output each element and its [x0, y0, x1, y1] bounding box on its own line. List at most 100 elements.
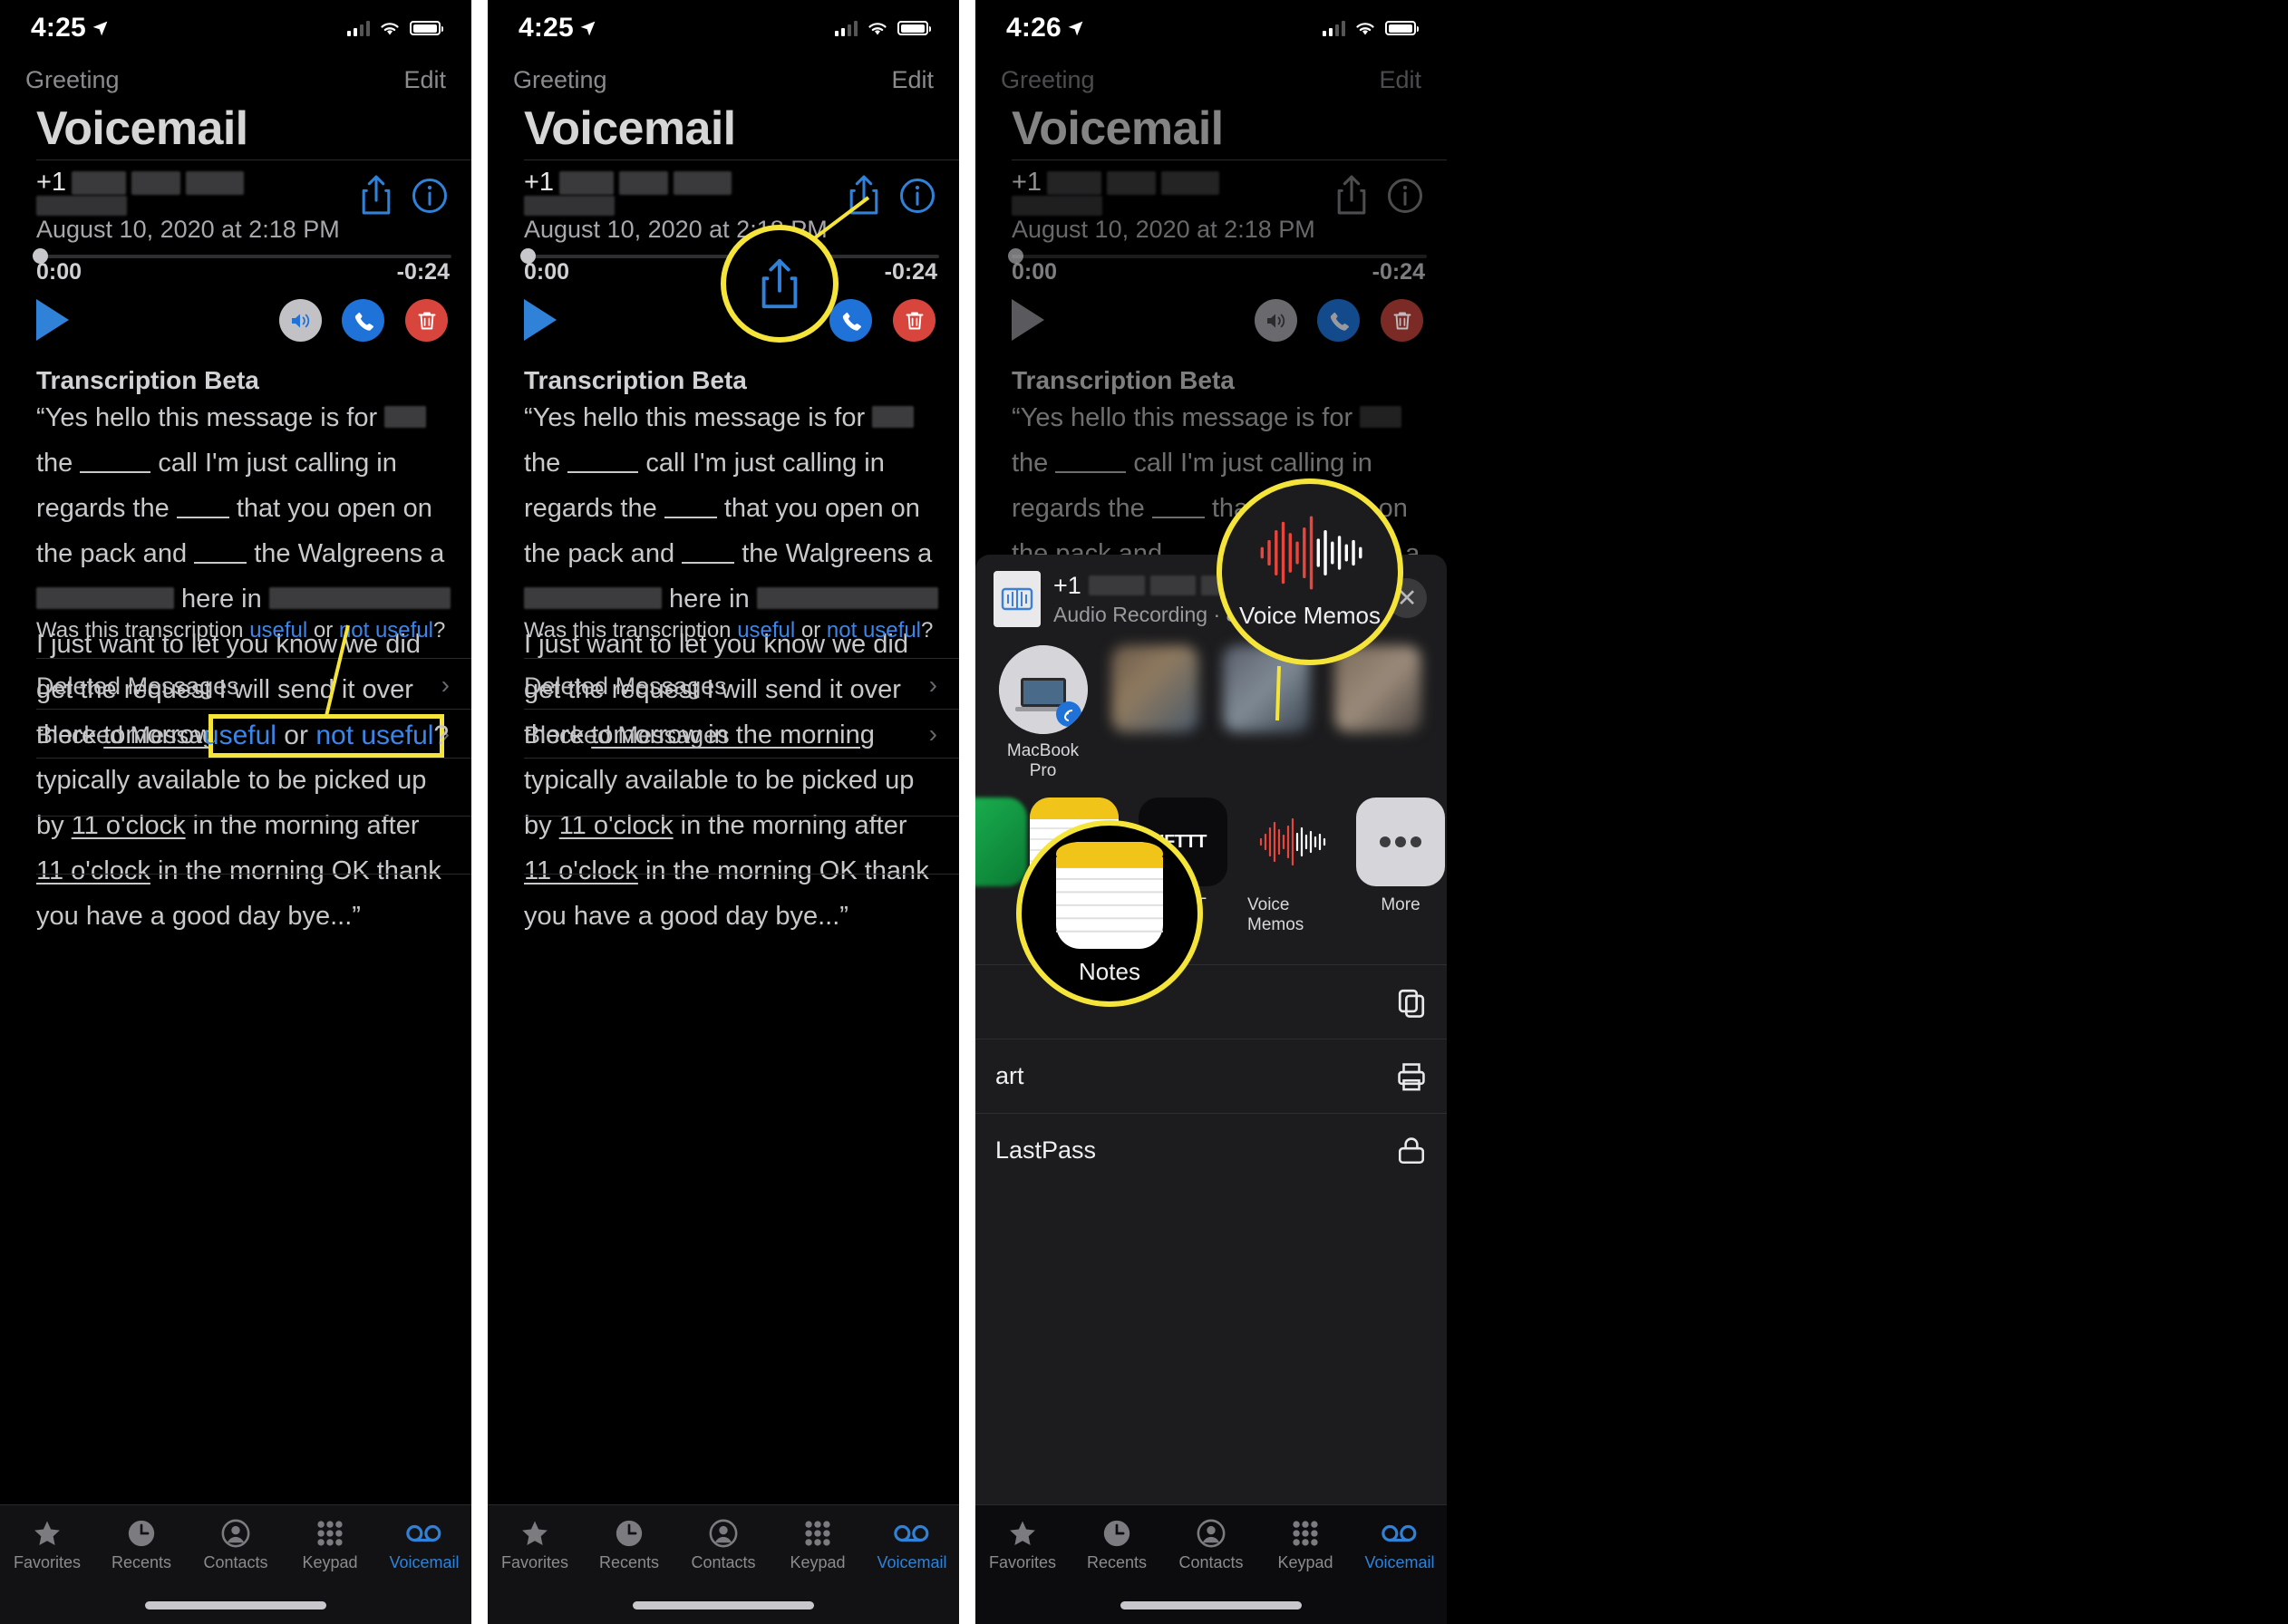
- tab-label: Favorites: [988, 1553, 1057, 1571]
- voice-memos-waveform-magnified: [1260, 516, 1362, 589]
- share-action-lastpass[interactable]: LastPass: [975, 1113, 1447, 1187]
- feedback-useful-link[interactable]: useful: [249, 618, 307, 643]
- airdrop-item-blurred[interactable]: [1218, 645, 1314, 781]
- app-item-voice-memos[interactable]: Voice Memos: [1247, 798, 1336, 935]
- tab-recents[interactable]: Recents: [1070, 1518, 1164, 1572]
- tab-recents[interactable]: Recents: [582, 1518, 676, 1572]
- airdrop-item-blurred[interactable]: [1330, 645, 1425, 781]
- home-indicator[interactable]: [145, 1601, 326, 1610]
- copy-icon: [1398, 989, 1425, 1018]
- home-indicator[interactable]: [633, 1601, 814, 1610]
- airdrop-item-blurred[interactable]: [1107, 645, 1202, 781]
- redacted-block: [131, 170, 181, 195]
- message-timestamp: August 10, 2020 at 2:18 PM: [1012, 216, 1315, 243]
- airdrop-item-macbook[interactable]: MacBook Pro: [995, 645, 1091, 781]
- nav-edit-button[interactable]: Edit: [1379, 66, 1421, 94]
- tab-keypad[interactable]: Keypad: [771, 1518, 865, 1572]
- share-icon[interactable]: [847, 174, 881, 216]
- tab-favorites[interactable]: Favorites: [488, 1518, 582, 1572]
- macbook-glyph: [998, 645, 1088, 734]
- redacted-block: [186, 170, 245, 195]
- tab-keypad[interactable]: Keypad: [283, 1518, 377, 1572]
- nav-bar: Greeting Edit: [975, 56, 1447, 103]
- tab-contacts[interactable]: Contacts: [189, 1518, 283, 1572]
- feedback-suffix: ?: [433, 618, 446, 643]
- caller-number: +1: [36, 168, 245, 198]
- app-item-blurred[interactable]: [975, 798, 1027, 886]
- info-icon[interactable]: [412, 178, 448, 214]
- tab-keypad[interactable]: Keypad: [1258, 1518, 1352, 1572]
- feedback-suffix: ?: [921, 618, 934, 643]
- tab-contacts[interactable]: Contacts: [1164, 1518, 1258, 1572]
- feedback-useful-link[interactable]: useful: [737, 618, 795, 643]
- redacted-block: [619, 170, 669, 195]
- info-icon[interactable]: [1387, 178, 1423, 214]
- screenshot-root: 4:25 Greeting Edit Voicemail +1 August 1…: [0, 0, 2288, 1624]
- clock-icon: [128, 1520, 155, 1547]
- info-icon[interactable]: [899, 178, 936, 214]
- speaker-icon: [291, 314, 309, 327]
- feedback-not-useful-link[interactable]: not useful: [827, 618, 921, 643]
- delete-button[interactable]: [405, 299, 448, 342]
- playback-scrubber[interactable]: [1012, 255, 1427, 258]
- call-back-button[interactable]: [829, 299, 872, 342]
- speaker-button[interactable]: [279, 299, 322, 342]
- play-button[interactable]: [36, 299, 69, 341]
- playback-scrubber[interactable]: [36, 255, 451, 258]
- nav-greeting-button[interactable]: Greeting: [1001, 66, 1095, 94]
- person-circle-icon: [1197, 1519, 1226, 1548]
- lastpass-icon: [1398, 1136, 1425, 1164]
- app-item-more[interactable]: More: [1356, 798, 1445, 915]
- tab-recents[interactable]: Recents: [94, 1518, 189, 1572]
- feedback-not-useful-link[interactable]: not useful: [339, 618, 433, 643]
- caller-prefix: +1: [524, 168, 555, 197]
- tab-label: Favorites: [500, 1553, 569, 1571]
- macbook-icon: [998, 645, 1088, 734]
- nav-greeting-button[interactable]: Greeting: [513, 66, 607, 94]
- tab-voicemail[interactable]: Voicemail: [1352, 1518, 1447, 1572]
- nav-bar: Greeting Edit: [488, 56, 959, 103]
- caller-number: +1: [1012, 168, 1220, 198]
- share-icon-callout: [721, 225, 839, 343]
- call-back-button[interactable]: [342, 299, 384, 342]
- tab-voicemail[interactable]: Voicemail: [377, 1518, 471, 1572]
- nav-edit-button[interactable]: Edit: [403, 66, 446, 94]
- tab-contacts[interactable]: Contacts: [676, 1518, 771, 1572]
- delete-button[interactable]: [1381, 299, 1423, 342]
- redacted-block: [524, 196, 615, 216]
- keypad-icon: [317, 1521, 343, 1546]
- chevron-right-icon: ›: [441, 671, 450, 699]
- speaker-button[interactable]: [1255, 299, 1297, 342]
- share-action-print[interactable]: art: [975, 1039, 1447, 1113]
- tab-favorites[interactable]: Favorites: [975, 1518, 1070, 1572]
- tab-favorites[interactable]: Favorites: [0, 1518, 94, 1572]
- transcription-text: “Yes hello this message is for the call …: [524, 395, 941, 939]
- nav-edit-button[interactable]: Edit: [891, 66, 934, 94]
- call-back-button[interactable]: [1317, 299, 1360, 342]
- home-indicator[interactable]: [1120, 1601, 1302, 1610]
- deleted-messages-row[interactable]: Deleted Messages: [524, 672, 727, 701]
- tab-label: Keypad: [1277, 1553, 1333, 1571]
- play-button[interactable]: [524, 299, 557, 341]
- more-icon: [1356, 798, 1445, 886]
- notes-callout-label: Notes: [1079, 957, 1140, 985]
- share-icon[interactable]: [1334, 174, 1369, 216]
- play-button[interactable]: [1012, 299, 1044, 341]
- location-arrow-icon: [92, 21, 108, 35]
- voicemail-icon: [406, 1524, 441, 1542]
- blocked-messages-row[interactable]: Blocked Messages: [524, 721, 730, 749]
- nav-greeting-button[interactable]: Greeting: [25, 66, 120, 94]
- chevron-right-icon: ›: [928, 671, 937, 699]
- deleted-messages-row[interactable]: Deleted Messages: [36, 672, 239, 701]
- feedback-prefix: Was this transcription: [524, 618, 738, 643]
- voicemail-icon: [894, 1524, 929, 1542]
- share-icon[interactable]: [359, 174, 393, 216]
- feedback-prefix: Was this transcription: [36, 618, 250, 643]
- delete-button[interactable]: [893, 299, 936, 342]
- voice-memos-icon: [1247, 798, 1336, 886]
- tab-label: Voicemail: [877, 1553, 947, 1571]
- tab-bar: Favorites Recents Contacts Keypad Voicem…: [488, 1504, 959, 1624]
- tab-voicemail[interactable]: Voicemail: [865, 1518, 959, 1572]
- tab-label: Voicemail: [389, 1553, 460, 1571]
- blurred-app-icon: [975, 798, 1027, 886]
